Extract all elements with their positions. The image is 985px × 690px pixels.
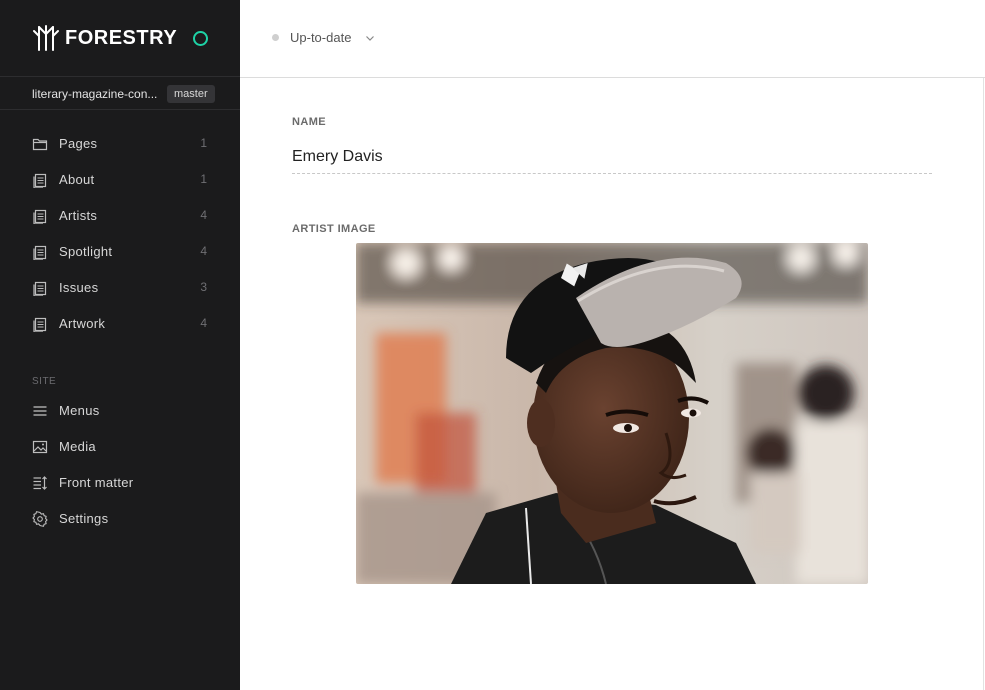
sidebar-item-count: 4 bbox=[200, 316, 207, 330]
branch-badge[interactable]: master bbox=[167, 85, 215, 103]
sidebar-item-media[interactable]: Media bbox=[0, 429, 240, 465]
repo-bar[interactable]: literary-magazine-con... master bbox=[0, 77, 240, 110]
gear-icon bbox=[32, 511, 48, 527]
sidebar-item-front-matter[interactable]: Front matter bbox=[0, 465, 240, 501]
section-label-site: SITE bbox=[32, 376, 57, 387]
sidebar-item-menus[interactable]: Menus bbox=[0, 393, 240, 429]
app-window: FORESTRY literary-magazine-con... master… bbox=[0, 0, 985, 690]
sidebar-item-label: Artists bbox=[59, 208, 98, 223]
document-icon bbox=[33, 173, 47, 188]
sidebar-item-label: Issues bbox=[59, 280, 99, 295]
sidebar-item-label: Settings bbox=[59, 511, 109, 526]
brand-name: FORESTRY bbox=[65, 27, 178, 49]
site-status-indicator[interactable] bbox=[193, 31, 208, 46]
sidebar-item-label: Media bbox=[59, 439, 96, 454]
artist-image[interactable] bbox=[356, 243, 868, 584]
sidebar-item-artists[interactable]: Artists 4 bbox=[0, 198, 240, 234]
sidebar-item-count: 1 bbox=[200, 172, 207, 186]
sidebar-item-label: Artwork bbox=[59, 316, 106, 331]
artist-image-label: ARTIST IMAGE bbox=[292, 223, 376, 235]
menu-icon bbox=[33, 406, 47, 416]
document-icon bbox=[33, 245, 47, 260]
sidebar-item-label: Menus bbox=[59, 403, 100, 418]
repo-name: literary-magazine-con... bbox=[32, 87, 158, 101]
sidebar-item-label: About bbox=[59, 172, 95, 187]
name-field[interactable] bbox=[292, 140, 932, 174]
document-icon bbox=[33, 317, 47, 332]
top-bar: Up-to-date bbox=[240, 0, 985, 78]
sidebar-item-pages[interactable]: Pages 1 bbox=[0, 126, 240, 162]
sidebar-item-settings[interactable]: Settings bbox=[0, 501, 240, 537]
sidebar-item-count: 3 bbox=[200, 280, 207, 294]
sidebar-item-spotlight[interactable]: Spotlight 4 bbox=[0, 234, 240, 270]
chevron-down-icon[interactable] bbox=[365, 33, 375, 43]
artist-photo bbox=[356, 243, 868, 584]
sidebar-item-label: Spotlight bbox=[59, 244, 113, 259]
name-field-label: NAME bbox=[292, 116, 326, 128]
sync-status-dropdown[interactable]: Up-to-date bbox=[290, 30, 351, 45]
sync-status-dot bbox=[272, 34, 279, 41]
sidebar-item-label: Front matter bbox=[59, 475, 134, 490]
editor-form: NAME ARTIST IMAGE bbox=[240, 78, 984, 690]
sidebar-item-label: Pages bbox=[59, 136, 98, 151]
sidebar-item-count: 4 bbox=[200, 208, 207, 222]
sidebar-item-issues[interactable]: Issues 3 bbox=[0, 270, 240, 306]
sidebar-item-artwork[interactable]: Artwork 4 bbox=[0, 306, 240, 342]
sidebar-item-about[interactable]: About 1 bbox=[0, 162, 240, 198]
sidebar: FORESTRY literary-magazine-con... master… bbox=[0, 0, 240, 690]
image-icon bbox=[32, 440, 48, 454]
sidebar-item-count: 1 bbox=[200, 136, 207, 150]
forestry-logo-icon bbox=[33, 25, 59, 51]
brand-header: FORESTRY bbox=[0, 0, 240, 77]
document-icon bbox=[33, 209, 47, 224]
folder-icon bbox=[32, 138, 48, 151]
document-icon bbox=[33, 281, 47, 296]
sidebar-item-count: 4 bbox=[200, 244, 207, 258]
front-matter-icon bbox=[33, 476, 47, 490]
